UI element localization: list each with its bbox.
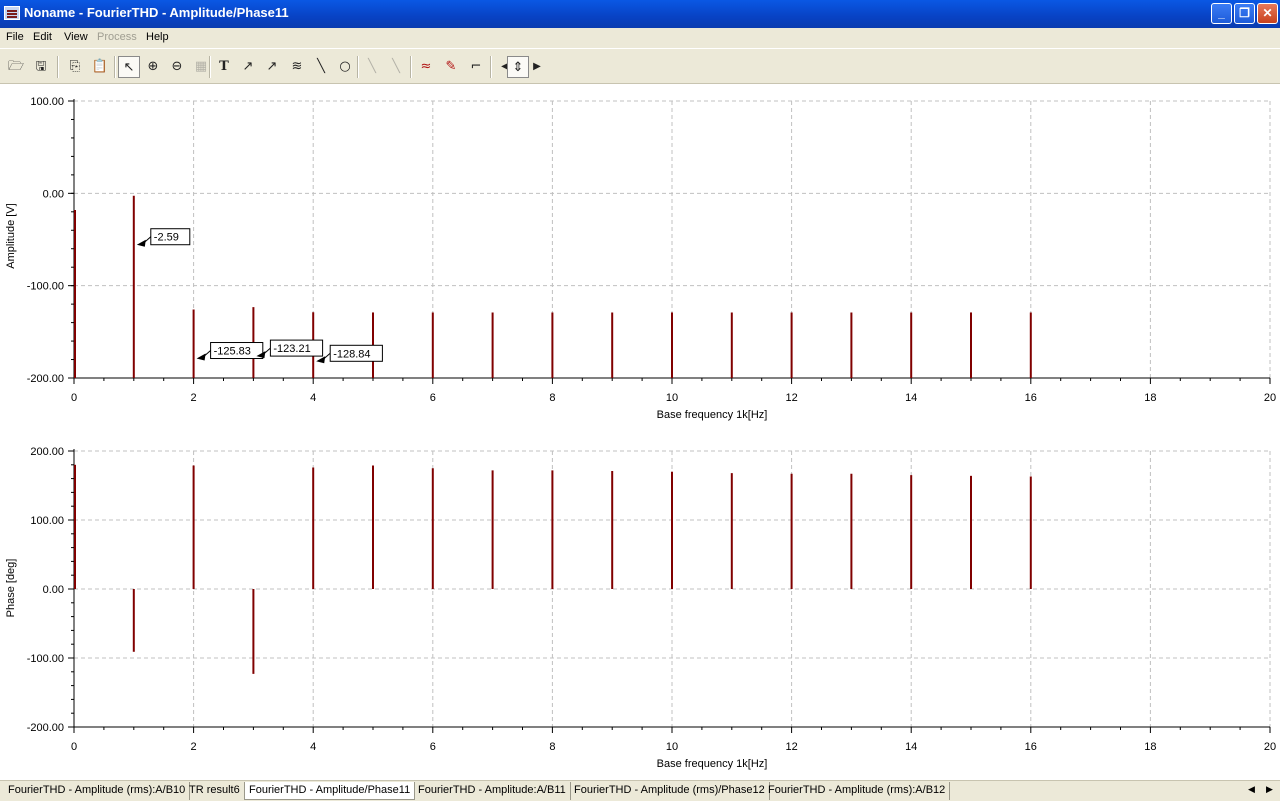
x-tick-label: 10: [666, 741, 678, 753]
minimize-button[interactable]: _: [1211, 3, 1232, 24]
tab-amplitude-rms-ab10[interactable]: FourierTHD - Amplitude (rms):A/B10: [4, 782, 191, 800]
annotation-label: -125.83: [214, 346, 251, 358]
menu-process: Process: [97, 31, 137, 43]
restore-button[interactable]: ❐: [1234, 3, 1255, 24]
y-axis-label: Amplitude [V]: [5, 203, 17, 268]
annotation-label: -123.21: [273, 343, 310, 355]
x-tick-label: 6: [430, 741, 436, 753]
tab-amplitude-rms-phase12[interactable]: FourierTHD - Amplitude (rms)/Phase12: [570, 782, 770, 800]
tab-amplitude-ab11[interactable]: FourierTHD - Amplitude:A/B11: [414, 782, 571, 800]
x-axis-label: Base frequency 1k[Hz]: [657, 409, 768, 421]
menu-help[interactable]: Help: [146, 31, 169, 43]
y-tick-label: 0.00: [43, 188, 64, 200]
x-tick-label: 2: [191, 392, 197, 404]
close-button[interactable]: ✕: [1257, 3, 1278, 24]
x-axis-label: Base frequency 1k[Hz]: [657, 758, 768, 770]
toolbar-separator: [114, 56, 116, 78]
open-icon[interactable]: 🗁: [5, 56, 27, 78]
step-right-icon[interactable]: ▶: [526, 56, 548, 78]
x-tick-label: 6: [430, 392, 436, 404]
document-tabs: FourierTHD - Amplitude (rms):A/B10 TR re…: [0, 780, 1280, 801]
x-tick-label: 0: [71, 741, 77, 753]
x-tick-label: 12: [785, 392, 797, 404]
tab-amplitude-rms-ab12[interactable]: FourierTHD - Amplitude (rms):A/B12: [764, 782, 951, 800]
y-tick-label: 0.00: [43, 584, 64, 596]
app-icon[interactable]: [4, 6, 20, 20]
annotation-arrow: [196, 353, 206, 361]
x-tick-label: 18: [1144, 392, 1156, 404]
menu-bar: File Edit View Process Help: [0, 28, 1280, 48]
x-tick-label: 12: [785, 741, 797, 753]
paste-icon[interactable]: 📋: [89, 56, 111, 78]
pointer-icon[interactable]: ↖: [118, 56, 140, 78]
x-tick-label: 18: [1144, 741, 1156, 753]
zoom-out-icon[interactable]: ⊖: [166, 56, 188, 78]
tab-tr-result6[interactable]: TR result6: [185, 782, 245, 800]
tab-amplitude-phase11[interactable]: FourierTHD - Amplitude/Phase11: [244, 782, 416, 800]
y-tick-label: 200.00: [30, 446, 64, 458]
toolbar-separator: [357, 56, 359, 78]
y-tick-label: -200.00: [27, 373, 64, 385]
zoom-in-icon[interactable]: ⊕: [142, 56, 164, 78]
copy-icon[interactable]: ⎘: [64, 56, 86, 78]
chart-0: 0 2 4 6 8 10 12 14 16 18 20 100.00 0.00 -100.00 -200.0…: [5, 96, 1276, 421]
window-title: Noname - FourierTHD - Amplitude/Phase11: [24, 5, 289, 20]
x-tick-label: 8: [549, 741, 555, 753]
chart-1: 0 2 4 6 8 10 12 14 16 18 20 200.00 100.00 0.00 -100.00…: [5, 446, 1276, 770]
x-tick-label: 4: [310, 741, 316, 753]
y-tick-label: -100.00: [27, 281, 64, 293]
x-tick-label: 14: [905, 741, 917, 753]
x-tick-label: 4: [310, 392, 316, 404]
x-tick-label: 14: [905, 392, 917, 404]
line-icon[interactable]: ╲: [310, 56, 332, 78]
toolbar-separator: [57, 56, 59, 78]
save-icon[interactable]: 🖫: [30, 56, 52, 78]
x-tick-label: 20: [1264, 741, 1276, 753]
curve-label-icon[interactable]: ↗: [237, 56, 259, 78]
x-tick-label: 2: [191, 741, 197, 753]
text-icon[interactable]: T: [213, 56, 235, 78]
menu-edit[interactable]: Edit: [33, 31, 52, 43]
x-tick-label: 0: [71, 392, 77, 404]
title-bar: Noname - FourierTHD - Amplitude/Phase11 …: [0, 0, 1280, 28]
y-tick-label: -200.00: [27, 722, 64, 734]
menu-view[interactable]: View: [64, 31, 88, 43]
x-tick-label: 16: [1025, 392, 1037, 404]
x-tick-label: 8: [549, 392, 555, 404]
legend-icon[interactable]: ≋: [286, 56, 308, 78]
y-tick-label: -100.00: [27, 653, 64, 665]
annotation-label: -128.84: [333, 348, 370, 360]
y-tick-label: 100.00: [30, 515, 64, 527]
y-tick-label: 100.00: [30, 96, 64, 108]
x-tick-label: 20: [1264, 392, 1276, 404]
toolbar: 🗁 🖫 ⎘ 📋 ↖ ⊕ ⊖ ▦ T ↗ ↗ ≋ ╲ ○ ╲ ╲ ≈ ✎ ⌐ ◀ …: [0, 49, 1280, 84]
diagonal-line-alt-icon: ╲: [392, 59, 400, 74]
annotation-arrow: [136, 239, 146, 247]
charts-svg: 0 2 4 6 8 10 12 14 16 18 20100.000.00-100.00-200.0…: [5, 96, 1276, 770]
curve-label-alt-icon[interactable]: ↗: [261, 56, 283, 78]
tabs-scroll-right-icon[interactable]: ▶: [1266, 784, 1273, 795]
add-curve-icon[interactable]: ≈: [415, 56, 437, 78]
menu-file[interactable]: File: [6, 31, 24, 43]
circle-icon[interactable]: ○: [334, 56, 356, 78]
plot-area[interactable]: 0 2 4 6 8 10 12 14 16 18 20 100.00 0.00 -100.00 -200.0…: [0, 84, 1280, 780]
annotation-label: -2.59: [154, 232, 179, 244]
marker-icon[interactable]: ⌐: [465, 56, 487, 78]
toolbar-separator: [209, 56, 211, 78]
toolbar-separator: [410, 56, 412, 78]
x-tick-label: 10: [666, 392, 678, 404]
x-tick-label: 16: [1025, 741, 1037, 753]
diagonal-line-icon: ╲: [368, 59, 376, 74]
annotation-arrow: [316, 356, 326, 364]
tabs-scroll-left-icon[interactable]: ◀: [1248, 784, 1255, 795]
y-axis-label: Phase [deg]: [5, 559, 17, 618]
toolbar-separator: [490, 56, 492, 78]
cursor-probe-icon[interactable]: ✎: [440, 56, 462, 78]
